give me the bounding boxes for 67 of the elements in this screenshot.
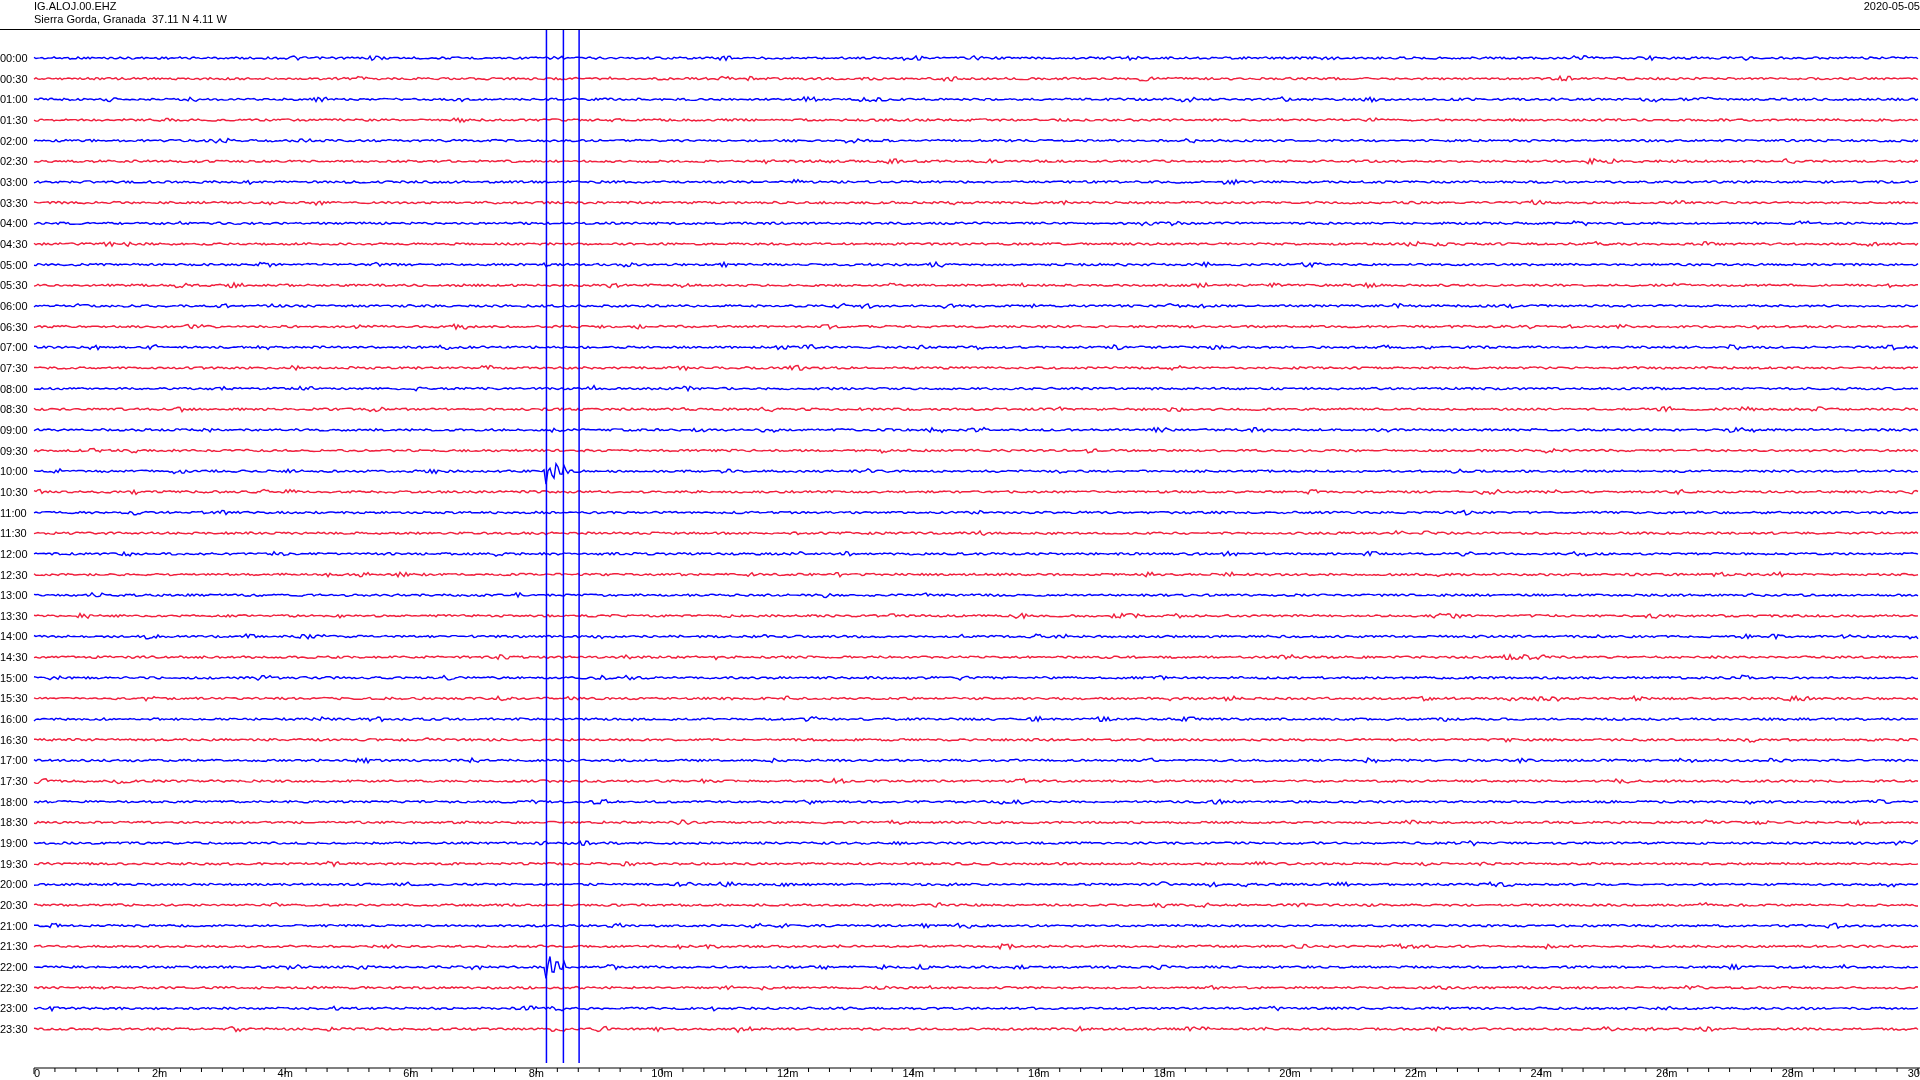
row-time-label: 17:00 <box>0 754 28 767</box>
row-time-label: 14:00 <box>0 630 28 643</box>
row-time-label: 23:00 <box>0 1002 28 1015</box>
row-time-label: 22:00 <box>0 961 28 974</box>
row-time-label: 01:00 <box>0 93 28 106</box>
row-time-label: 03:30 <box>0 196 28 209</box>
row-time-label: 06:30 <box>0 320 28 333</box>
row-time-label: 23:30 <box>0 1023 28 1035</box>
row-time-label: 05:30 <box>0 279 28 292</box>
row-time-label: 18:00 <box>0 795 28 808</box>
axis-label: 16m <box>1028 1067 1050 1079</box>
axis-label: 26m <box>1656 1067 1678 1079</box>
row-time-label: 11:30 <box>0 527 27 540</box>
row-time-label: 01:30 <box>0 114 28 126</box>
station-location: Sierra Gorda, Granada 37.11 N 4.11 W <box>34 13 227 26</box>
row-time-label: 07:30 <box>0 361 28 374</box>
row-time-label: 09:30 <box>0 444 28 457</box>
row-time-label: 15:30 <box>0 692 28 705</box>
axis-label: 20m <box>1279 1067 1301 1079</box>
row-time-label: 11:00 <box>0 506 27 519</box>
axis-label: 18m <box>1153 1067 1176 1079</box>
row-time-label: 16:30 <box>0 733 28 746</box>
axis-label: 2m <box>151 1067 168 1079</box>
row-time-label: 21:00 <box>0 919 28 932</box>
axis-label: 10m <box>651 1067 673 1079</box>
row-time-label: 03:00 <box>0 175 28 188</box>
row-time-label: 19:30 <box>0 857 28 870</box>
row-time-label: 12:00 <box>0 547 28 560</box>
axis-label: 8m <box>528 1067 545 1079</box>
axis-label: 30 <box>1907 1067 1920 1079</box>
row-time-label: 00:00 <box>0 52 28 64</box>
axis-label: 0 <box>34 1067 41 1079</box>
row-time-label: 20:30 <box>0 899 28 912</box>
axis-label: 22m <box>1404 1067 1427 1079</box>
axis-label: 6m <box>403 1067 419 1079</box>
row-time-label: 10:30 <box>0 485 28 498</box>
row-time-label: 14:30 <box>0 651 28 664</box>
row-time-label: 10:00 <box>0 465 28 478</box>
row-time-label: 22:30 <box>0 981 28 994</box>
axis-label: 12m <box>776 1067 799 1079</box>
row-time-label: 20:00 <box>0 878 28 891</box>
row-time-label: 04:00 <box>0 217 28 230</box>
row-time-label: 12:30 <box>0 568 28 581</box>
row-time-label: 17:30 <box>0 775 28 788</box>
row-time-label: 08:00 <box>0 382 28 395</box>
row-time-label: 05:00 <box>0 258 28 271</box>
row-time-label: 06:00 <box>0 299 28 312</box>
row-time-label: 13:30 <box>0 609 28 622</box>
plot-date: 2020-05-05 <box>1863 0 1920 14</box>
row-time-label: 19:00 <box>0 837 28 850</box>
row-time-label: 07:00 <box>0 341 28 354</box>
axis-label: 4m <box>277 1067 293 1079</box>
row-time-label: 02:30 <box>0 155 28 168</box>
station-code: IG.ALOJ.00.EHZ <box>34 0 118 13</box>
axis-label: 28m <box>1781 1067 1804 1079</box>
row-time-label: 13:00 <box>0 589 28 602</box>
row-time-label: 15:00 <box>0 671 28 684</box>
row-time-label: 18:30 <box>0 816 28 829</box>
row-time-label: 09:00 <box>0 423 28 436</box>
axis-label: 24m <box>1530 1067 1552 1079</box>
axis-label: 14m <box>902 1067 924 1079</box>
row-time-label: 02:00 <box>0 134 28 147</box>
row-time-label: 08:30 <box>0 403 28 416</box>
row-time-label: 16:00 <box>0 713 28 726</box>
row-time-label: 21:30 <box>0 940 28 953</box>
row-time-label: 00:30 <box>0 72 28 85</box>
row-time-label: 04:30 <box>0 237 28 250</box>
